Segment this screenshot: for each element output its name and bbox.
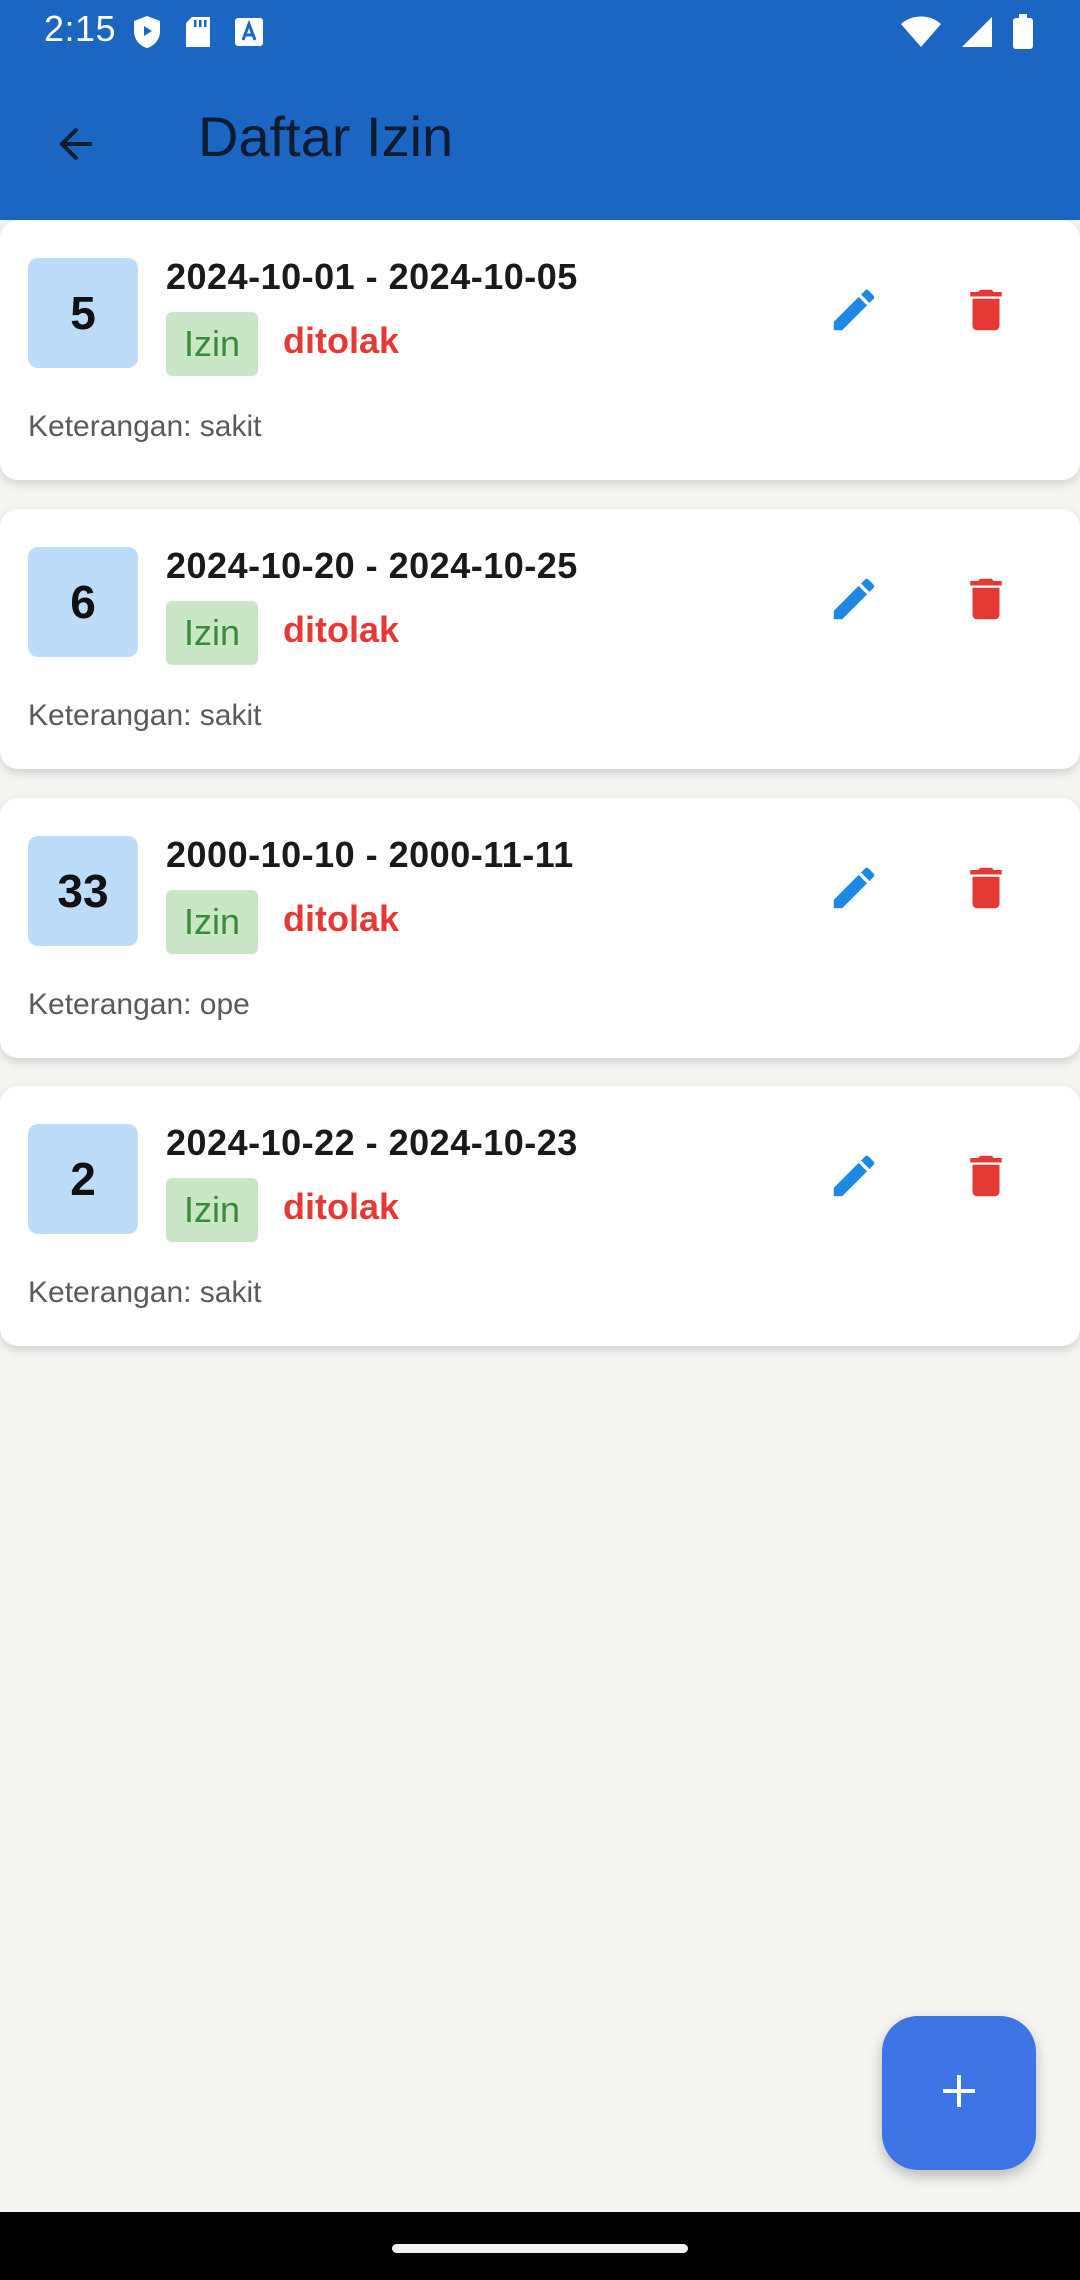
pencil-icon: [827, 1149, 881, 1208]
permit-card[interactable]: 2 2024-10-22 - 2024-10-23 Izin ditolak K…: [0, 1086, 1080, 1346]
note-text: Keterangan: sakit: [28, 699, 262, 732]
type-chip: Izin: [166, 601, 259, 665]
status-right-icons: [900, 14, 1034, 55]
pencil-icon: [827, 861, 881, 920]
id-badge: 2: [28, 1124, 138, 1234]
shield-icon: [132, 14, 162, 55]
plus-icon: [935, 2067, 983, 2120]
font-a-icon: [234, 17, 264, 52]
page-title: Daftar Izin: [198, 105, 454, 168]
date-range: 2024-10-20 - 2024-10-25: [166, 545, 578, 586]
pencil-icon: [827, 572, 881, 631]
type-chip: Izin: [166, 890, 259, 954]
edit-button[interactable]: [812, 1136, 896, 1220]
status-text: ditolak: [283, 1186, 400, 1227]
date-range: 2024-10-22 - 2024-10-23: [166, 1122, 578, 1163]
edit-button[interactable]: [812, 559, 896, 643]
delete-button[interactable]: [944, 848, 1028, 932]
note-text: Keterangan: sakit: [28, 410, 262, 443]
status-left-icons: [132, 14, 264, 55]
trash-icon: [959, 572, 1013, 631]
wifi-icon: [900, 15, 942, 54]
trash-icon: [959, 861, 1013, 920]
permit-card[interactable]: 33 2000-10-10 - 2000-11-11 Izin ditolak …: [0, 798, 1080, 1058]
status-time: 2:15: [44, 8, 117, 49]
app-bar: Daftar Izin: [0, 66, 1080, 220]
id-badge: 5: [28, 258, 138, 368]
id-badge: 6: [28, 547, 138, 657]
permit-card[interactable]: 5 2024-10-01 - 2024-10-05 Izin ditolak K…: [0, 220, 1080, 480]
date-range: 2024-10-01 - 2024-10-05: [166, 256, 578, 297]
pencil-icon: [827, 283, 881, 342]
edit-button[interactable]: [812, 270, 896, 354]
arrow-back-icon: [52, 120, 100, 173]
add-permit-button[interactable]: [882, 2016, 1036, 2170]
note-text: Keterangan: ope: [28, 988, 250, 1021]
signal-icon: [960, 15, 994, 54]
status-text: ditolak: [283, 320, 400, 361]
trash-icon: [959, 283, 1013, 342]
back-button[interactable]: [36, 106, 116, 186]
screen: 2:15 Daftar Izin 5 2024-10-01 - 2024-10-…: [0, 0, 1080, 2280]
id-badge: 33: [28, 836, 138, 946]
permit-card[interactable]: 6 2024-10-20 - 2024-10-25 Izin ditolak K…: [0, 509, 1080, 769]
app-header: 2:15 Daftar Izin: [0, 0, 1080, 220]
note-text: Keterangan: sakit: [28, 1276, 262, 1309]
system-nav-bar: [0, 2212, 1080, 2280]
type-chip: Izin: [166, 1178, 259, 1242]
status-bar: 2:15: [0, 0, 1080, 66]
battery-icon: [1012, 14, 1034, 55]
delete-button[interactable]: [944, 270, 1028, 354]
home-indicator[interactable]: [392, 2244, 688, 2253]
date-range: 2000-10-10 - 2000-11-11: [166, 834, 574, 875]
trash-icon: [959, 1149, 1013, 1208]
status-text: ditolak: [283, 609, 400, 650]
status-text: ditolak: [283, 898, 400, 939]
sd-card-icon: [184, 15, 212, 54]
delete-button[interactable]: [944, 1136, 1028, 1220]
edit-button[interactable]: [812, 848, 896, 932]
type-chip: Izin: [166, 312, 259, 376]
delete-button[interactable]: [944, 559, 1028, 643]
